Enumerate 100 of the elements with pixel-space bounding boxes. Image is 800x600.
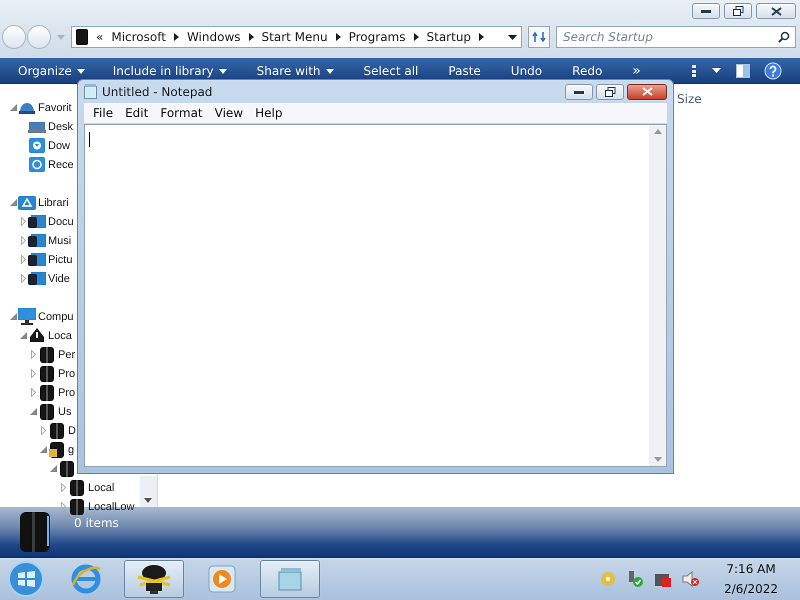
forward-button[interactable]	[27, 25, 51, 49]
collapsed-arrow-icon[interactable]	[60, 483, 66, 492]
collapsed-arrow-icon[interactable]	[20, 217, 26, 226]
tree-item[interactable]: Pictu	[48, 254, 72, 266]
close-button[interactable]	[627, 84, 667, 100]
column-header[interactable]: Size	[677, 92, 702, 106]
breadcrumb-item[interactable]: Microsoft	[111, 30, 166, 44]
preview-pane-icon[interactable]	[736, 64, 750, 78]
tree-item[interactable]: Favorit	[38, 102, 72, 114]
breadcrumb-item[interactable]: Start Menu	[262, 30, 328, 44]
minimize-button[interactable]	[692, 3, 720, 19]
tree-item[interactable]: g	[68, 444, 74, 456]
breadcrumb-arrow-icon[interactable]	[174, 33, 179, 41]
clock-time: 7:16 AM	[726, 561, 776, 578]
breadcrumb-arrow-icon[interactable]	[336, 33, 341, 41]
tree-item[interactable]: Librari	[38, 196, 69, 208]
expanded-arrow-icon[interactable]	[10, 313, 16, 320]
close-icon	[770, 6, 782, 16]
breadcrumb-arrow-icon[interactable]	[479, 33, 484, 41]
tree-item[interactable]: Us	[58, 406, 72, 418]
menu-item[interactable]: Edit	[119, 106, 154, 120]
scroll-bar[interactable]	[140, 476, 157, 507]
back-button[interactable]	[2, 25, 26, 49]
refresh-button[interactable]	[528, 26, 550, 48]
tree-item[interactable]: Per	[58, 348, 76, 360]
collapsed-arrow-icon[interactable]	[30, 388, 36, 397]
dropdown-arrow-icon	[218, 68, 227, 74]
disc-icon[interactable]	[600, 571, 616, 587]
restore-icon	[732, 6, 744, 16]
scroll-up-icon[interactable]	[654, 129, 662, 134]
expanded-arrow-icon[interactable]	[20, 332, 26, 339]
tree-item[interactable]: Compu	[38, 310, 74, 322]
toolbar-button[interactable]: Include in library	[112, 64, 241, 78]
minimize-icon	[701, 9, 711, 13]
minimize-button[interactable]	[565, 84, 593, 100]
collapsed-arrow-icon[interactable]	[20, 236, 26, 245]
scroll-down-icon[interactable]	[144, 498, 152, 503]
expanded-arrow-icon[interactable]	[30, 408, 36, 415]
breadcrumb-item[interactable]: Windows	[186, 30, 241, 44]
collapsed-arrow-icon[interactable]	[40, 426, 46, 435]
collapsed-arrow-icon[interactable]	[30, 369, 36, 378]
tree-item[interactable]: Loca	[48, 330, 72, 342]
expanded-arrow-icon[interactable]	[40, 446, 46, 453]
clock[interactable]: 7:16 AM 2/6/2022	[724, 559, 778, 599]
taskbar-button[interactable]	[124, 560, 184, 598]
close-button[interactable]	[756, 3, 796, 19]
item-count: 0 items	[74, 516, 119, 530]
scroll-bar[interactable]	[649, 125, 666, 466]
folder-icon	[50, 422, 64, 438]
toolbar-button[interactable]: Paste	[448, 64, 495, 78]
tree-item[interactable]: D	[68, 424, 76, 436]
collapsed-arrow-icon[interactable]	[20, 255, 26, 264]
expanded-arrow-icon[interactable]	[10, 199, 16, 206]
toolbar-button[interactable]: Organize	[18, 64, 99, 78]
expanded-arrow-icon[interactable]	[50, 465, 56, 472]
breadcrumb-arrow-icon[interactable]	[248, 33, 254, 41]
breadcrumb-item[interactable]: Startup	[426, 30, 472, 44]
address-bar[interactable]: « Microsoft Windows Start Menu Programs Startup	[71, 26, 522, 48]
tree-item[interactable]: Pro	[58, 368, 76, 380]
breadcrumb-item[interactable]: Programs	[348, 30, 406, 44]
tree-item[interactable]: Dow	[48, 140, 70, 152]
toolbar-button[interactable]: Select all	[364, 64, 432, 78]
more-commands[interactable]: »	[632, 63, 655, 79]
menu-item[interactable]: View	[208, 106, 250, 120]
clock-date: 2/6/2022	[724, 581, 778, 598]
collapsed-arrow-icon[interactable]	[20, 274, 26, 283]
folder-icon	[76, 29, 88, 45]
tree-item[interactable]: Rece	[48, 158, 74, 170]
tree-item[interactable]: Musi	[48, 234, 72, 246]
menu-item[interactable]: Help	[249, 106, 288, 120]
collapsed-arrow-icon[interactable]	[60, 502, 66, 511]
library-folder-icon	[28, 252, 46, 267]
locked-folder-icon	[49, 442, 65, 458]
collapsed-arrow-icon[interactable]	[30, 350, 36, 359]
expanded-arrow-icon[interactable]	[10, 104, 16, 111]
network-check-icon[interactable]	[626, 570, 644, 588]
tree-item[interactable]: Pro	[58, 386, 76, 398]
view-options-icon[interactable]	[692, 65, 722, 77]
library-folder-icon	[28, 271, 46, 286]
menu-item[interactable]: File	[87, 106, 120, 120]
restore-button[interactable]	[596, 84, 624, 100]
toolbar-button[interactable]: Redo	[572, 64, 616, 78]
toolbar-button[interactable]: Share with	[256, 64, 348, 78]
help-icon[interactable]	[764, 62, 782, 80]
dropdown-arrow-icon	[326, 68, 334, 74]
tree-item[interactable]: Desk	[48, 120, 74, 132]
restore-button[interactable]	[724, 3, 752, 19]
menu-item[interactable]: Format	[154, 106, 209, 120]
toolbar-button[interactable]: Undo	[510, 64, 556, 78]
muted-speaker-icon[interactable]	[682, 570, 700, 588]
library-folder-icon	[28, 214, 46, 229]
address-dropdown-icon[interactable]	[508, 34, 517, 40]
breadcrumb-overflow[interactable]: «	[96, 30, 104, 44]
search-field[interactable]: Search Startup	[556, 26, 796, 48]
dropdown-arrow-icon	[76, 68, 85, 74]
tree-item[interactable]: Local	[88, 482, 114, 494]
tree-item[interactable]: Vide	[48, 272, 70, 284]
breadcrumb-arrow-icon[interactable]	[414, 33, 418, 41]
tree-item[interactable]: Docu	[48, 216, 74, 228]
tree-item[interactable]: LocalLow	[88, 500, 134, 512]
